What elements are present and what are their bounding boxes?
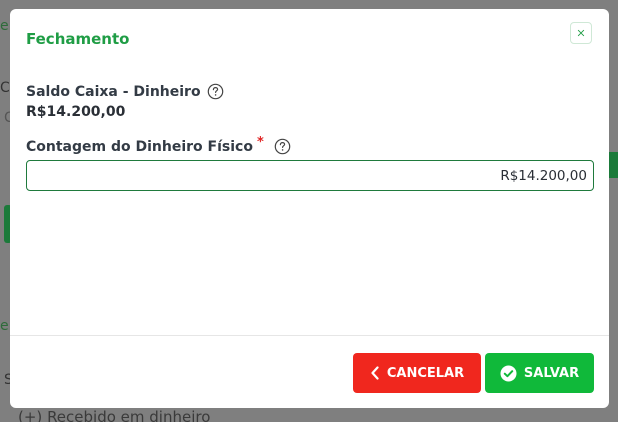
required-mark: * — [256, 135, 264, 150]
cancel-button[interactable]: CANCELAR — [353, 353, 481, 393]
background-row-label: (+) Recebido em dinheiro — [18, 408, 211, 422]
close-button[interactable] — [570, 22, 592, 44]
cash-count-label-row: Contagem do Dinheiro Físico * — [26, 135, 291, 155]
save-button-label: SALVAR — [523, 365, 580, 381]
cash-balance-label: Saldo Caixa - Dinheiro — [26, 83, 201, 100]
cash-count-label: Contagem do Dinheiro Físico — [26, 138, 253, 155]
modal-backdrop[interactable]: e C C e S (+) Recebido em dinheiro Fecha… — [0, 0, 618, 422]
check-circle-icon — [500, 365, 517, 382]
modal-title: Fechamento — [26, 30, 130, 48]
cash-balance-label-row: Saldo Caixa - Dinheiro — [26, 83, 224, 100]
closing-modal: Fechamento Saldo Caixa - Dinheiro R$14.2… — [10, 9, 609, 408]
help-circle-icon[interactable] — [274, 138, 291, 155]
chevron-left-icon — [370, 366, 380, 380]
help-circle-icon[interactable] — [207, 83, 224, 100]
background-green-bar — [609, 152, 618, 178]
background-fragment: e — [0, 18, 9, 34]
cash-count-input[interactable] — [26, 160, 594, 191]
footer-divider — [10, 335, 609, 336]
cash-balance-value: R$14.200,00 — [26, 104, 126, 120]
background-fragment: C — [0, 80, 10, 96]
cancel-button-label: CANCELAR — [386, 365, 465, 381]
background-fragment: e — [0, 318, 9, 334]
close-icon — [577, 29, 585, 37]
save-button[interactable]: SALVAR — [485, 353, 594, 393]
